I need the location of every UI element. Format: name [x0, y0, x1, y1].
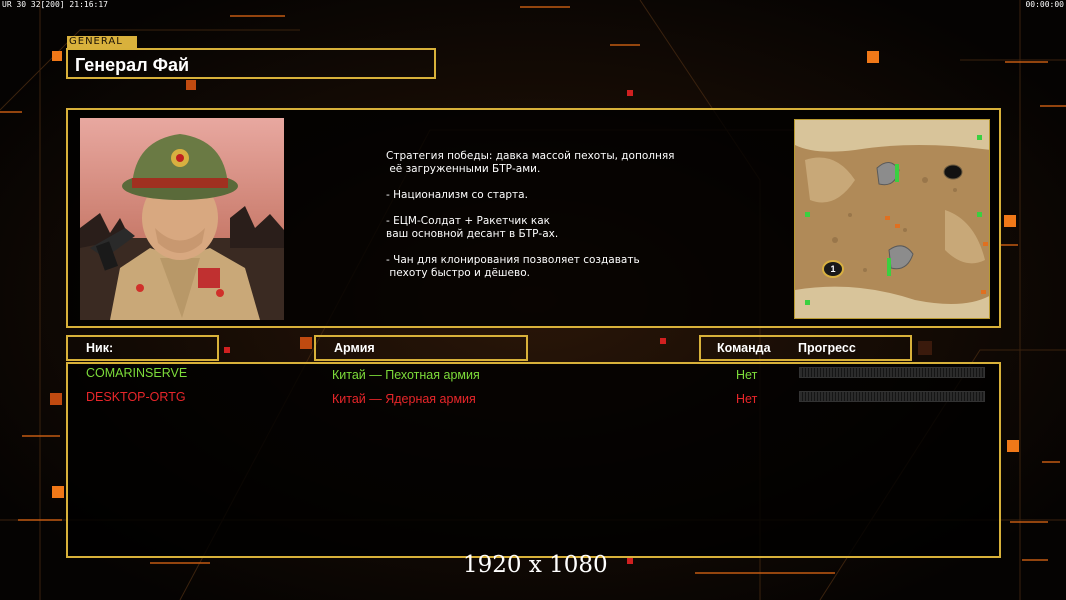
column-header-nick: Ник:	[66, 335, 219, 361]
map-preview[interactable]: 1	[794, 119, 990, 319]
progress-bar	[799, 391, 985, 402]
strategy-line: её загруженными БТР-ами.	[386, 163, 541, 175]
player-nick: DESKTOP-ORTG	[86, 390, 186, 404]
strategy-line	[386, 176, 716, 189]
column-header-team-progress: Команда Прогресс	[699, 335, 912, 361]
general-tag: GENERAL	[67, 36, 137, 48]
progress-bar	[799, 367, 985, 378]
column-header-progress: Прогресс	[798, 341, 856, 355]
strategy-line: Стратегия победы: давка массой пехоты, д…	[386, 150, 675, 162]
strategy-line: - Национализм со старта.	[386, 189, 528, 201]
strategy-line: ваш основной десант в БТР-ах.	[386, 228, 559, 240]
strategy-line: пехоту быстро и дёшево.	[386, 267, 530, 279]
hud-stats: UR 30 32[200] 21:16:17	[2, 0, 108, 9]
player-team[interactable]: Нет	[736, 368, 757, 382]
strategy-line	[386, 241, 716, 254]
strategy-line: - ЕЦМ-Солдат + Ракетчик как	[386, 215, 551, 227]
resolution-label: 1920 x 1080	[463, 552, 608, 578]
player-nick: COMARINSERVE	[86, 366, 188, 380]
column-header-army: Армия	[314, 335, 528, 361]
player-team[interactable]: Нет	[736, 392, 757, 406]
general-portrait	[80, 118, 284, 320]
column-header-team: Команда	[717, 341, 771, 355]
player-army[interactable]: Китай — Ядерная армия	[332, 392, 476, 406]
table-row[interactable]: COMARINSERVE Китай — Пехотная армия Нет	[86, 365, 991, 387]
strategy-description: Стратегия победы: давка массой пехоты, д…	[386, 150, 716, 280]
strategy-line	[386, 202, 716, 215]
hud-clock: 00:00:00	[1025, 0, 1064, 9]
general-name: Генерал Фай	[75, 55, 190, 75]
strategy-line: - Чан для клонирования позволяет создава…	[386, 254, 640, 266]
player-army[interactable]: Китай — Пехотная армия	[332, 368, 480, 382]
table-row[interactable]: DESKTOP-ORTG Китай — Ядерная армия Нет	[86, 389, 991, 411]
player-start-marker[interactable]: 1	[822, 260, 844, 278]
